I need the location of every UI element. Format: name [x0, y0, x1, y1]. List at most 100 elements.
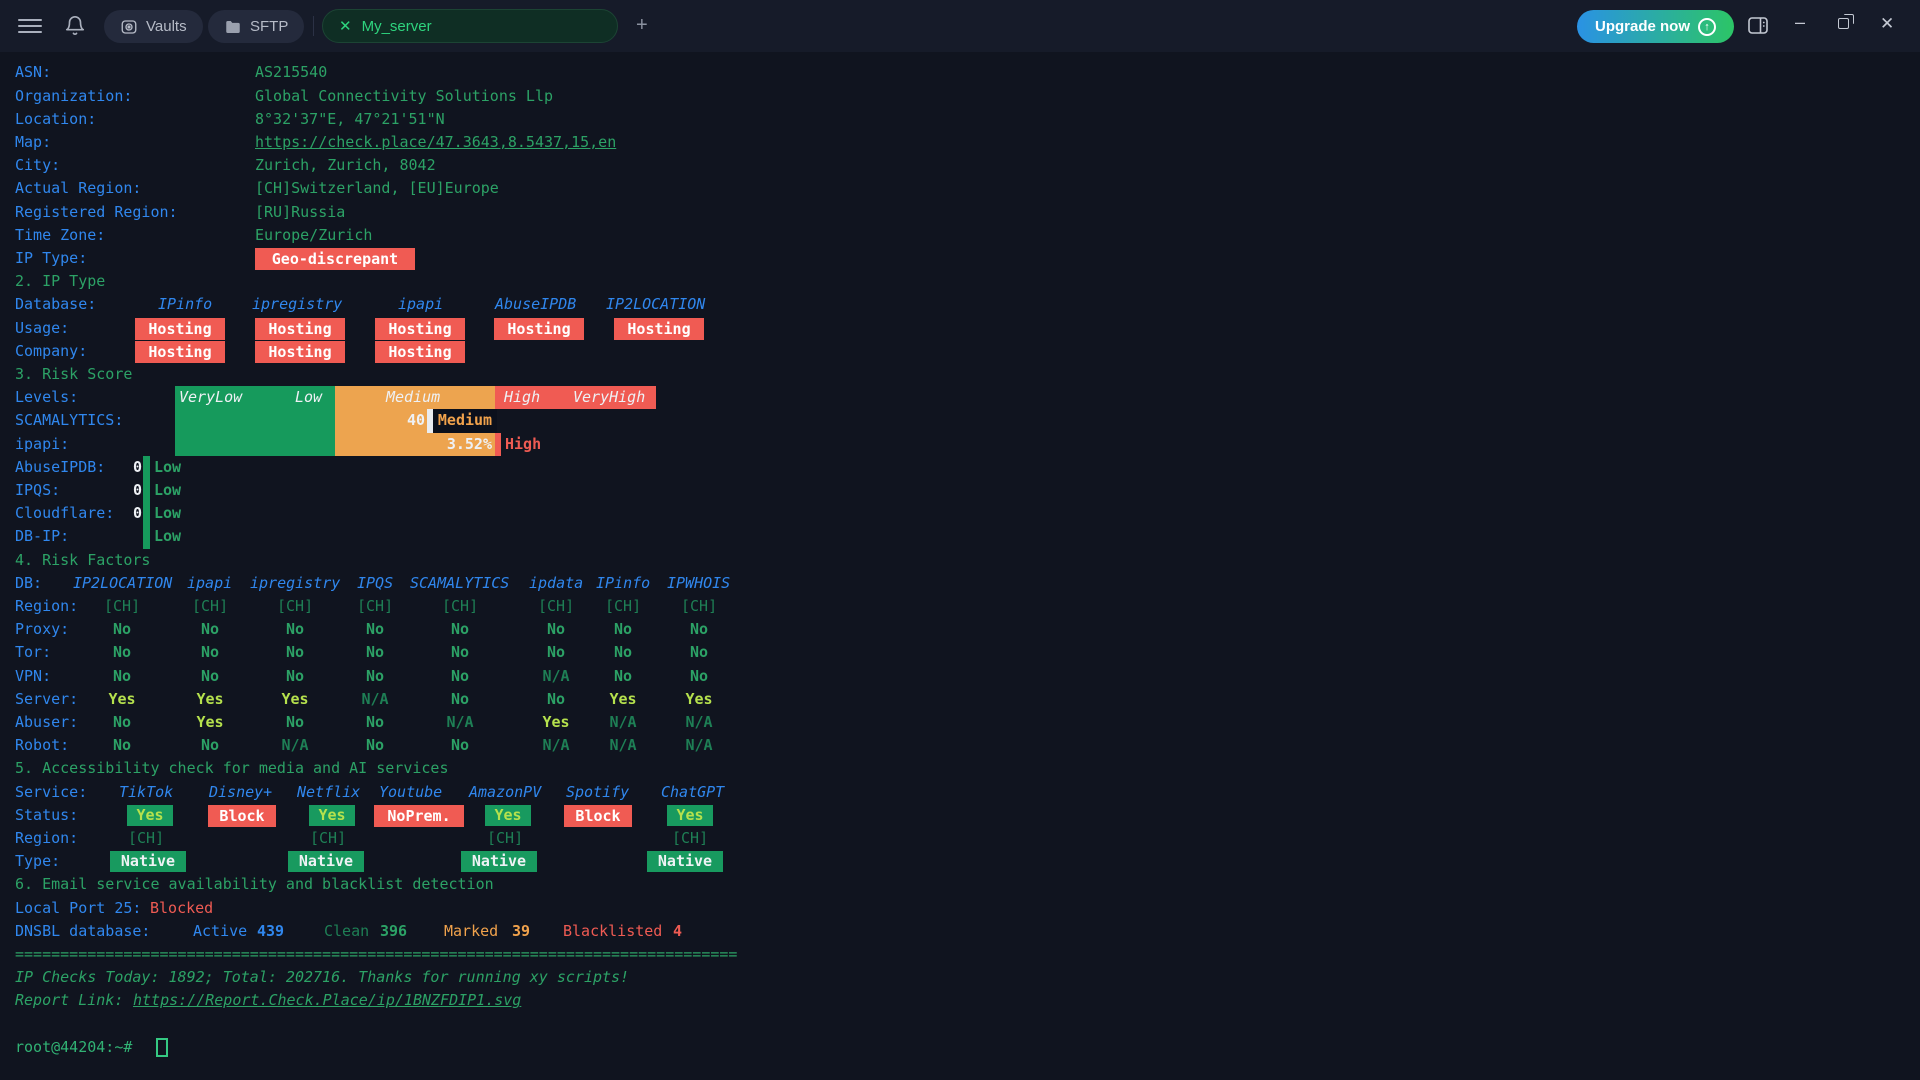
terminal-text: [CH] — [538, 595, 574, 618]
terminal-text: NoPrem. — [374, 805, 464, 827]
terminal-text: ipdata — [529, 572, 583, 595]
upgrade-label: Upgrade now — [1595, 18, 1690, 35]
line-database-header: Database:IPinfoipregistryipapiAbuseIPDBI… — [0, 293, 1920, 316]
terminal-text: Company: — [15, 340, 87, 363]
line-organization: Organization:Global Connectivity Solutio… — [0, 85, 1920, 108]
terminal-text: No — [360, 618, 390, 641]
terminal-text: Yes — [667, 805, 713, 826]
restore-button[interactable] — [1838, 18, 1849, 29]
terminal-text: Hosting — [255, 341, 345, 363]
terminal-text: Medium — [386, 386, 440, 409]
terminal[interactable]: ASN:AS215540Organization:Global Connecti… — [0, 52, 1920, 1080]
terminal-cursor — [156, 1038, 168, 1057]
ip-type-label: IP Type: — [15, 247, 87, 270]
terminal-text: No — [360, 711, 390, 734]
local-port-status: Blocked — [150, 897, 213, 920]
terminal-text: [CH] — [487, 827, 523, 850]
terminal-text: IPQS: — [15, 479, 60, 502]
line-server-row: Server:YesYesYesN/ANoNoYesYes — [0, 688, 1920, 711]
line-map: Map:https://check.place/47.3643,8.5437,1… — [0, 131, 1920, 154]
terminal-text: No — [684, 641, 714, 664]
terminal-text: DB-IP: — [15, 525, 69, 548]
city-label: City: — [15, 154, 60, 177]
line-service-region-row: Region:[CH][CH][CH][CH] — [0, 827, 1920, 850]
menu-icon[interactable] — [18, 15, 42, 37]
line-dnsbl: DNSBL database:Active439Clean396Marked39… — [0, 920, 1920, 943]
terminal-text: 0 — [118, 502, 142, 525]
terminal-text: No — [280, 641, 310, 664]
section-heading: 5. Accessibility check for media and AI … — [0, 757, 1920, 780]
registered-region-value: [RU]Russia — [255, 201, 345, 224]
terminal-text: Low — [154, 479, 181, 502]
minimize-button[interactable]: – — [1795, 12, 1805, 33]
report-link[interactable]: https://Report.Check.Place/ip/1BNZFDIP1.… — [133, 989, 521, 1012]
terminal-text: No — [541, 641, 571, 664]
terminal-block — [175, 433, 335, 456]
tab-my-server[interactable]: ✕ My_server — [322, 9, 618, 43]
separator-line: ========================================… — [0, 943, 1920, 966]
prompt-line: root@44204:~# — [0, 1036, 1920, 1059]
upgrade-now-button[interactable]: Upgrade now ↑ — [1577, 10, 1734, 43]
terminal-text: No — [608, 665, 638, 688]
section-heading: 3. Risk Score — [0, 363, 1920, 386]
terminal-text: Native — [288, 851, 364, 872]
terminal-text: Spotify — [566, 781, 629, 804]
terminal-text: SCAMALYTICS — [410, 572, 509, 595]
terminal-text: No — [280, 665, 310, 688]
terminal-text: Yes — [541, 711, 571, 734]
tab-close-icon[interactable]: ✕ — [339, 17, 352, 35]
line-report-link: Report Link: https://Report.Check.Place/… — [0, 989, 1920, 1012]
terminal-text: [CH] — [672, 827, 708, 850]
terminal-text: High — [505, 433, 541, 456]
terminal-text: Service: — [15, 781, 87, 804]
line-company: Company:HostingHostingHosting — [0, 340, 1920, 363]
terminal-text: N/A — [541, 665, 571, 688]
terminal-text: IPWHOIS — [667, 572, 730, 595]
tab-label: My_server — [362, 18, 432, 35]
sidebar-toggle-icon[interactable] — [1748, 17, 1768, 34]
terminal-text: Youtube — [379, 781, 442, 804]
ip-type-badge: Geo-discrepant — [255, 248, 415, 270]
section-4-heading: 4. Risk Factors — [15, 549, 150, 572]
close-button[interactable]: ✕ — [1880, 14, 1894, 34]
terminal-block — [143, 456, 150, 479]
terminal-text: [CH] — [128, 827, 164, 850]
line-vpn-row: VPN:NoNoNoNoNoN/ANoNo — [0, 665, 1920, 688]
terminal-block — [175, 409, 335, 432]
line-time-zone: Time Zone:Europe/Zurich — [0, 224, 1920, 247]
terminal-text: IP2LOCATION — [73, 572, 172, 595]
vaults-button[interactable]: Vaults — [104, 10, 203, 43]
terminal-text: VPN: — [15, 665, 51, 688]
terminal-text: No — [684, 618, 714, 641]
notifications-bell-icon[interactable] — [64, 15, 86, 37]
actual-region-value: [CH]Switzerland, [EU]Europe — [255, 177, 499, 200]
terminal-text: VeryHigh — [573, 386, 645, 409]
line-abuser-row: Abuser:NoYesNoNoN/AYesN/AN/A — [0, 711, 1920, 734]
terminal-text: ipapi — [398, 293, 443, 316]
line-robot-row: Robot:NoNoN/ANoNoN/AN/AN/A — [0, 734, 1920, 757]
line-risk-levels: Levels:VeryLowLowMediumHighVeryHigh — [0, 386, 1920, 409]
sftp-button[interactable]: SFTP — [208, 10, 304, 43]
terminal-text: Blacklisted — [563, 920, 662, 943]
terminal-text: ipapi: — [15, 433, 69, 456]
section-heading: 4. Risk Factors — [0, 549, 1920, 572]
local-port-label: Local Port 25: — [15, 897, 141, 920]
terminal-text: [CH] — [442, 595, 478, 618]
terminal-text: [CH] — [277, 595, 313, 618]
terminal-text: Database: — [15, 293, 96, 316]
new-tab-button[interactable]: + — [636, 14, 648, 37]
map-link[interactable]: https://check.place/47.3643,8.5437,15,en — [255, 131, 616, 154]
terminal-text: ========================================… — [15, 943, 737, 966]
terminal-text: No — [107, 711, 137, 734]
terminal-text: N/A — [360, 688, 390, 711]
line-db-header: DB:IP2LOCATIONipapiipregistryIPQSSCAMALY… — [0, 572, 1920, 595]
terminal-text: Hosting — [614, 318, 704, 340]
line-abuseipdb-score: AbuseIPDB:0Low — [0, 456, 1920, 479]
terminal-text: No — [541, 688, 571, 711]
terminal-block — [143, 525, 150, 548]
section-3-heading: 3. Risk Score — [15, 363, 132, 386]
line-scamalytics-score: SCAMALYTICS:40Medium — [0, 409, 1920, 432]
city-value: Zurich, Zurich, 8042 — [255, 154, 436, 177]
dnsbl-label: DNSBL database: — [15, 920, 150, 943]
terminal-text: DB: — [15, 572, 42, 595]
